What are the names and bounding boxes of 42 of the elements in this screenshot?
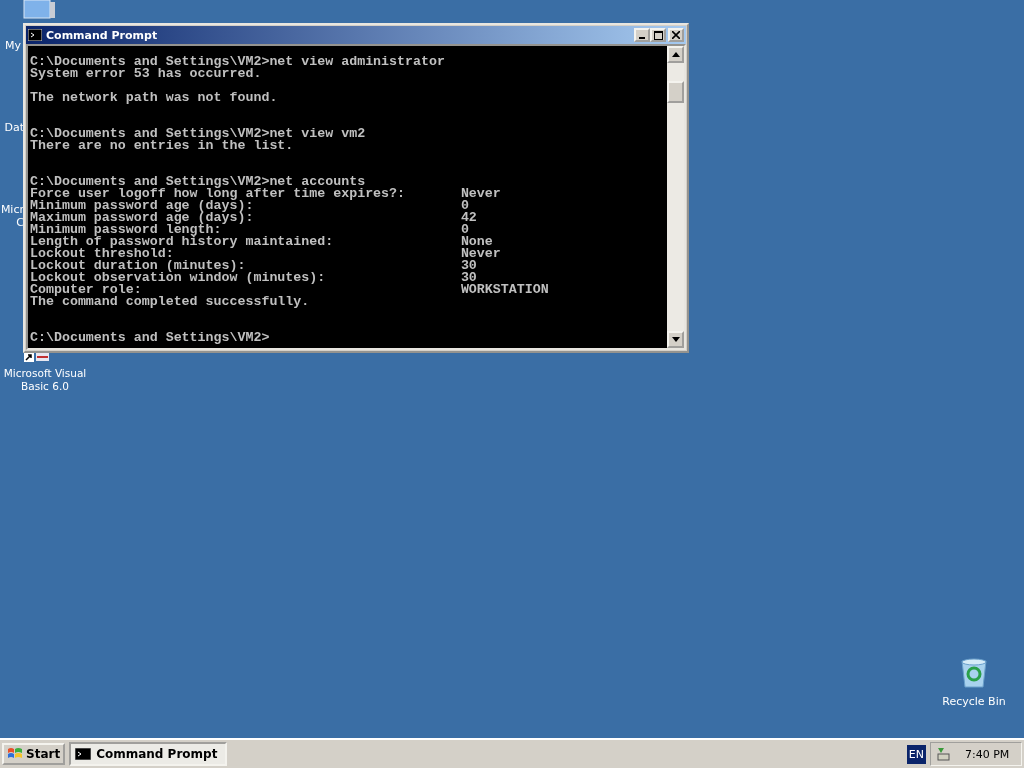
console-line: Force user logoff how long after time expires?: Never — [30, 188, 501, 200]
console-line: Lockout observation window (minutes): 30 — [30, 272, 477, 284]
maximize-button[interactable] — [650, 28, 666, 42]
scroll-down-icon — [671, 337, 680, 342]
start-button[interactable]: Start — [2, 743, 66, 765]
window-title: Command Prompt — [46, 28, 158, 42]
console-line: Computer role: WORKSTATION — [30, 284, 549, 296]
console-line: C:\Documents and Settings\VM2>net accounts — [30, 176, 366, 188]
console-line: The command completed successfully. — [30, 296, 310, 308]
icon-label: Recycle Bin — [941, 695, 1007, 708]
scrollbar[interactable] — [667, 46, 684, 348]
taskbar-button[interactable]: Command Prompt — [69, 742, 228, 766]
console-line: Lockout duration (minutes): 30 — [30, 260, 477, 272]
console-line: C:\Documents and Settings\VM2>net view vm2 — [30, 128, 366, 140]
scroll-up-icon — [671, 52, 680, 57]
icon-label: My — [4, 39, 21, 52]
clock: 7:40 PM — [965, 747, 1010, 761]
close-icon — [672, 31, 680, 39]
windows-logo-icon — [7, 747, 23, 761]
console-line: C:\Documents and Settings\VM2>net view administrator — [30, 56, 445, 68]
console-line: System error 53 has occurred. — [30, 68, 262, 80]
console-icon — [75, 748, 92, 760]
console-line: Minimum password age (days): 0 — [30, 200, 469, 212]
console-line: The network path was not found. — [30, 92, 278, 104]
network-icon[interactable] — [935, 746, 951, 762]
icon-label: Dat — [3, 121, 24, 134]
language-indicator[interactable]: EN — [906, 744, 926, 764]
console-icon — [28, 29, 42, 41]
console-line: Minimum password length: 0 — [30, 224, 469, 236]
console-line: C:\Documents and Settings\VM2> — [30, 332, 270, 344]
recycle-bin-icon[interactable] — [958, 657, 990, 689]
console-line: Maximum password age (days): 42 — [30, 212, 477, 224]
computer-icon[interactable] — [22, 0, 56, 20]
scroll-thumb[interactable] — [667, 81, 684, 103]
icon-label: Microsoft Visual Basic 6.0 — [2, 367, 88, 393]
minimize-button[interactable] — [634, 28, 650, 42]
console-line: Length of password history maintained: None — [30, 236, 493, 248]
close-button[interactable] — [668, 28, 684, 42]
console-line: Lockout threshold: Never — [30, 248, 501, 260]
console-line: There are no entries in the list. — [30, 140, 294, 152]
maximize-icon — [653, 30, 663, 40]
icon-label: Micr C — [0, 203, 24, 229]
